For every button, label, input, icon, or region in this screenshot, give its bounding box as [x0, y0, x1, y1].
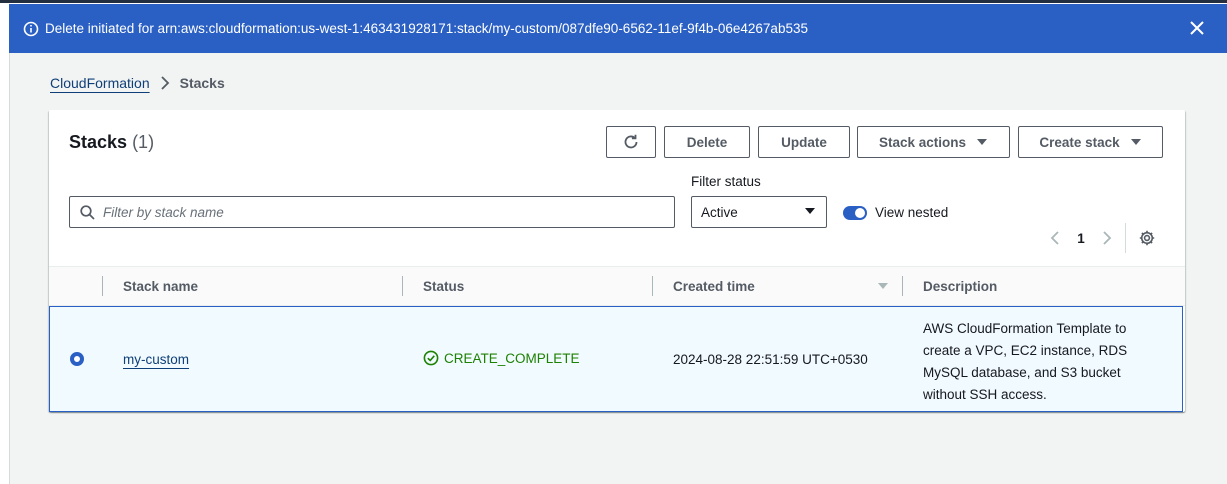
- info-icon: [23, 21, 39, 37]
- breadcrumb: CloudFormation Stacks: [50, 75, 225, 91]
- table-header: Stack name Status Created time Descripti…: [49, 266, 1185, 306]
- status-badge: CREATE_COMPLETE: [423, 350, 580, 366]
- column-divider[interactable]: [652, 276, 653, 296]
- delete-button[interactable]: Delete: [664, 126, 750, 158]
- chevron-right-icon: [160, 76, 170, 90]
- breadcrumb-current: Stacks: [179, 75, 225, 91]
- close-icon[interactable]: [1187, 18, 1207, 38]
- status-text: CREATE_COMPLETE: [444, 350, 580, 366]
- column-header-status[interactable]: Status: [423, 279, 464, 294]
- view-nested-toggle[interactable]: View nested: [843, 205, 948, 220]
- column-divider: [102, 276, 103, 296]
- column-header-stack-name[interactable]: Stack name: [123, 279, 198, 294]
- refresh-icon: [622, 133, 640, 151]
- stack-actions-label: Stack actions: [878, 134, 967, 150]
- stack-name-link[interactable]: my-custom: [123, 352, 189, 367]
- column-header-created-time[interactable]: Created time: [673, 279, 755, 294]
- view-nested-label: View nested: [875, 205, 949, 220]
- column-divider[interactable]: [402, 276, 403, 296]
- next-page-icon[interactable]: [1097, 230, 1117, 246]
- panel-title-text: Stacks: [69, 132, 128, 152]
- stack-actions-button[interactable]: Stack actions: [857, 126, 1010, 158]
- refresh-button[interactable]: [606, 126, 656, 158]
- window-top-strip: [0, 0, 1227, 3]
- flash-message: Delete initiated for arn:aws:cloudformat…: [45, 21, 808, 36]
- caret-down-icon: [1130, 138, 1142, 146]
- create-stack-label: Create stack: [1039, 134, 1120, 150]
- previous-page-icon[interactable]: [1045, 230, 1065, 246]
- table-row[interactable]: my-custom CREATE_COMPLETE 2024-08-28 22:…: [49, 306, 1183, 412]
- toggle-switch[interactable]: [843, 205, 867, 220]
- search-icon: [80, 204, 95, 220]
- stack-count: (1): [132, 132, 155, 152]
- pagination: 1: [1045, 223, 1156, 253]
- pager-divider: [1125, 223, 1126, 253]
- caret-down-icon: [976, 138, 988, 146]
- stack-description: AWS CloudFormation Template to create a …: [923, 321, 1128, 402]
- breadcrumb-cloudformation-link[interactable]: CloudFormation: [50, 75, 150, 91]
- filter-status-label: Filter status: [691, 174, 761, 189]
- update-button[interactable]: Update: [758, 126, 850, 158]
- check-circle-icon: [423, 350, 439, 366]
- stack-search-input[interactable]: Filter by stack name: [69, 196, 675, 228]
- stacks-panel: Stacks (1) Delete Update Stack actions C…: [49, 110, 1185, 412]
- main-content: CloudFormation Stacks Stacks (1) Delete …: [9, 53, 1227, 484]
- row-select-radio[interactable]: [70, 352, 84, 366]
- filter-status-select[interactable]: Active: [691, 196, 827, 228]
- gear-icon[interactable]: [1138, 229, 1156, 247]
- column-divider[interactable]: [902, 276, 903, 296]
- created-time: 2024-08-28 22:51:59 UTC+0530: [673, 352, 868, 367]
- page-number[interactable]: 1: [1065, 231, 1097, 246]
- sort-descending-icon[interactable]: [877, 282, 889, 290]
- caret-down-icon: [804, 207, 816, 215]
- flash-notification: Delete initiated for arn:aws:cloudformat…: [9, 4, 1227, 53]
- column-header-description[interactable]: Description: [923, 279, 997, 294]
- panel-title: Stacks (1): [69, 132, 154, 153]
- search-placeholder: Filter by stack name: [103, 204, 224, 220]
- filter-status-value: Active: [701, 204, 738, 220]
- create-stack-button[interactable]: Create stack: [1018, 126, 1163, 158]
